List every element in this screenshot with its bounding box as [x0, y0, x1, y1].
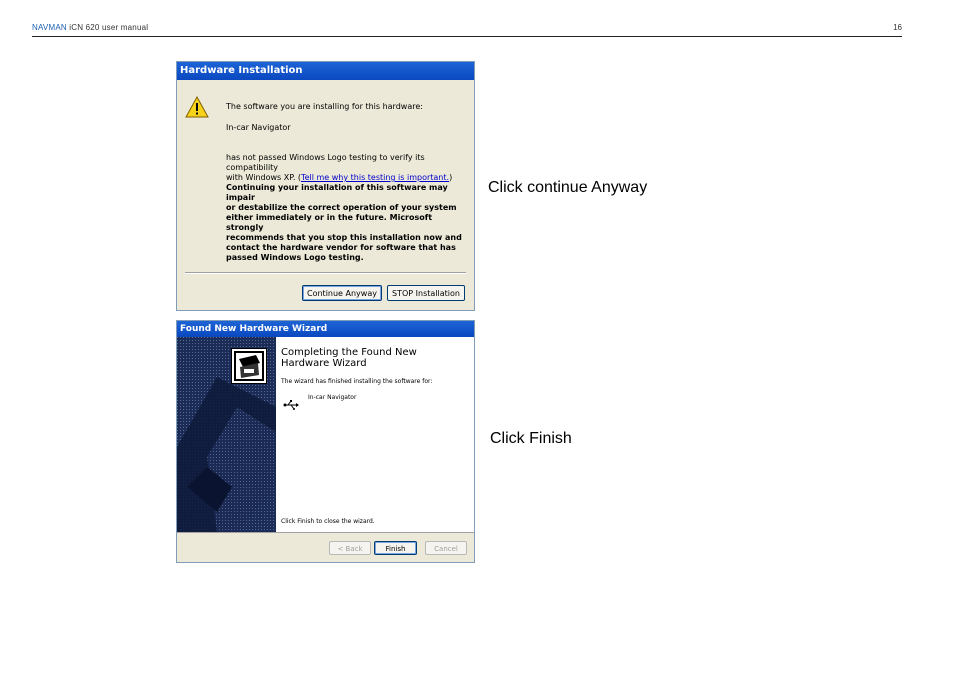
header-rule [32, 36, 902, 37]
finish-button[interactable]: Finish [374, 541, 417, 555]
brand-name: NAVMAN [32, 23, 67, 32]
logo-testing-line-a: has not passed Windows Logo testing to v… [226, 153, 425, 172]
callout-finish: Click Finish [490, 430, 572, 447]
wizard-title: Found New Hardware Wizard [177, 321, 474, 337]
warning-paragraph: Continuing your installation of this sof… [226, 183, 466, 263]
warning-line: or destabilize the correct operation of … [226, 203, 457, 212]
warning-line: either immediately or in the future. Mic… [226, 213, 433, 232]
warning-triangle-icon [185, 95, 209, 118]
software-line: The software you are installing for this… [226, 102, 423, 111]
back-button[interactable]: < Back [329, 541, 371, 555]
stop-installation-button[interactable]: STOP Installation [387, 285, 465, 301]
device-name: In-car Navigator [226, 123, 291, 132]
warning-line: passed Windows Logo testing. [226, 253, 364, 262]
callout-continue: Click continue Anyway [488, 179, 648, 196]
found-new-hardware-wizard: Found New Hardware Wizard Completing the… [176, 320, 475, 563]
manual-title: iCN 620 user manual [69, 23, 149, 32]
warning-line: recommends that you stop this installati… [226, 233, 462, 242]
logo-testing-line-c: ) [449, 173, 453, 182]
hardware-icon [231, 348, 267, 384]
usb-icon [283, 397, 299, 415]
warning-line: Continuing your installation of this sof… [226, 183, 448, 202]
wizard-heading: Completing the Found New Hardware Wizard [281, 347, 417, 369]
warning-line: contact the hardware vendor for software… [226, 243, 456, 252]
wizard-finished-text: The wizard has finished installing the s… [281, 378, 433, 385]
dialog-title: Hardware Installation [177, 62, 474, 80]
dialog-separator [185, 272, 466, 274]
page-number: 16 [893, 23, 902, 32]
wizard-device-name: In-car Navigator [308, 394, 357, 401]
why-testing-link[interactable]: Tell me why this testing is important. [301, 173, 449, 182]
cancel-button[interactable]: Cancel [425, 541, 467, 555]
logo-testing-line-b: with Windows XP. ( [226, 173, 302, 182]
continue-anyway-button[interactable]: Continue Anyway [302, 285, 382, 301]
click-finish-text: Click Finish to close the wizard. [281, 518, 375, 525]
logo-testing-text: has not passed Windows Logo testing to v… [226, 153, 466, 183]
page-header-title: NAVMAN iCN 620 user manual [32, 23, 148, 32]
hardware-installation-dialog: Hardware Installation The software you a… [176, 61, 475, 311]
